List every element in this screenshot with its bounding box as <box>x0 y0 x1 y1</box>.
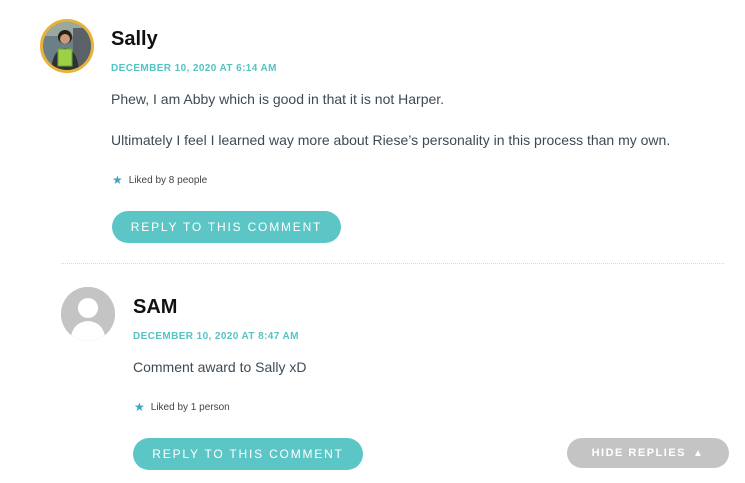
avatar-photo <box>43 22 91 70</box>
comment-date[interactable]: DECEMBER 10, 2020 AT 8:47 AM <box>133 331 299 342</box>
comment-text: Ultimately I feel I learned way more abo… <box>111 132 671 148</box>
comment-date[interactable]: DECEMBER 10, 2020 AT 6:14 AM <box>111 63 277 74</box>
likes-label: Liked by 1 person <box>150 401 230 413</box>
hide-replies-label: HIDE REPLIES <box>591 447 686 459</box>
default-avatar-icon <box>61 287 115 341</box>
comment-author[interactable]: Sally <box>111 28 158 51</box>
reply-button[interactable]: REPLY TO THIS COMMENT <box>112 211 341 243</box>
likes-label: Liked by 8 people <box>128 174 208 186</box>
hide-replies-button[interactable]: HIDE REPLIES ▲ <box>567 438 729 468</box>
comment-author[interactable]: SAM <box>133 296 177 319</box>
star-icon: ★ <box>112 173 123 187</box>
likes-count: ★ Liked by 8 people <box>112 174 207 186</box>
likes-count: ★ Liked by 1 person <box>134 401 230 413</box>
avatar-sam[interactable] <box>61 287 115 341</box>
reply-button[interactable]: REPLY TO THIS COMMENT <box>133 438 363 470</box>
comment-text: Phew, I am Abby which is good in that it… <box>111 91 445 107</box>
triangle-up-icon: ▲ <box>693 447 705 459</box>
comment-text: Comment award to Sally xD <box>133 359 307 375</box>
avatar-sally[interactable] <box>40 19 94 73</box>
comment-divider <box>61 263 724 264</box>
star-icon: ★ <box>134 400 145 414</box>
